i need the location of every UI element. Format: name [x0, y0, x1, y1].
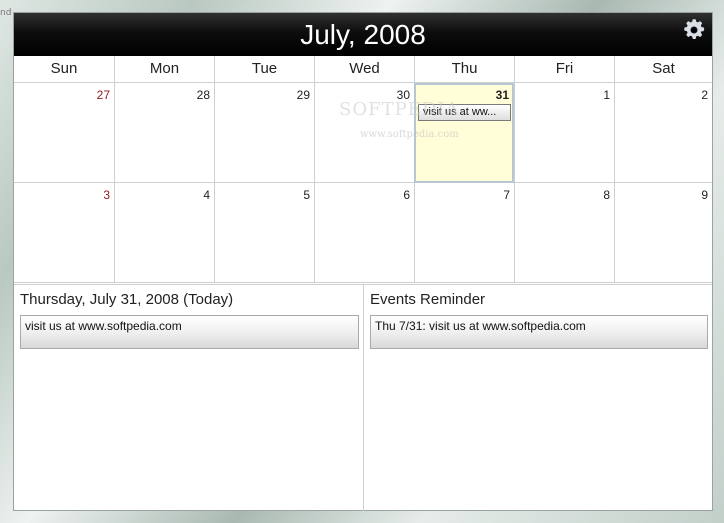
day-events-panel: Thursday, July 31, 2008 (Today) visit us… — [14, 285, 364, 511]
day-event-item[interactable]: visit us at www.softpedia.com — [20, 315, 359, 349]
gear-icon[interactable] — [682, 18, 706, 42]
details-area: Thursday, July 31, 2008 (Today) visit us… — [14, 284, 712, 511]
events-reminder-panel: Events Reminder Thu 7/31: visit us at ww… — [364, 285, 712, 511]
day-cell[interactable]: 27 — [14, 83, 114, 183]
day-number: 29 — [296, 88, 310, 102]
day-number: 5 — [303, 188, 310, 202]
day-number: 6 — [403, 188, 410, 202]
weekday-tue: Tue — [214, 56, 314, 83]
day-number: 28 — [196, 88, 210, 102]
reminder-event-item[interactable]: Thu 7/31: visit us at www.softpedia.com — [370, 315, 708, 349]
weekday-sat: Sat — [614, 56, 712, 83]
day-cell[interactable]: 4 — [114, 183, 214, 283]
day-number: 3 — [103, 188, 110, 202]
day-number: 7 — [503, 188, 510, 202]
day-number: 4 — [203, 188, 210, 202]
day-cell[interactable]: 29 — [214, 83, 314, 183]
day-cell[interactable]: 9 — [614, 183, 712, 283]
event-chip[interactable]: visit us at ww... — [418, 104, 511, 121]
weekday-sun: Sun — [14, 56, 114, 83]
day-panel-title: Thursday, July 31, 2008 (Today) — [20, 291, 234, 308]
day-cell-today[interactable]: 31 visit us at ww... — [414, 83, 514, 183]
day-cell[interactable]: 7 — [414, 183, 514, 283]
reminder-panel-title: Events Reminder — [370, 291, 486, 308]
weekday-thu: Thu — [414, 56, 514, 83]
day-cell[interactable]: 30 — [314, 83, 414, 183]
day-cell[interactable]: 8 — [514, 183, 614, 283]
calendar-window: July, 2008 Sun Mon Tue Wed Thu Fri Sat 2… — [13, 12, 713, 511]
day-number: 31 — [495, 88, 509, 102]
day-cell[interactable]: 1 — [514, 83, 614, 183]
day-number: 9 — [701, 188, 708, 202]
weekday-fri: Fri — [514, 56, 614, 83]
month-header: July, 2008 — [14, 13, 712, 56]
weekday-wed: Wed — [314, 56, 414, 83]
day-cell[interactable]: 3 — [14, 183, 114, 283]
month-title: July, 2008 — [300, 19, 426, 50]
day-cell[interactable]: 28 — [114, 83, 214, 183]
weekday-mon: Mon — [114, 56, 214, 83]
weekday-header: Sun Mon Tue Wed Thu Fri Sat — [14, 56, 712, 83]
day-cell[interactable]: 2 — [614, 83, 712, 183]
calendar-grid: 27 28 29 30 31 visit us at ww... 1 2 3 4… — [14, 83, 712, 283]
day-cell[interactable]: 5 — [214, 183, 314, 283]
day-number: 27 — [96, 88, 110, 102]
day-number: 1 — [603, 88, 610, 102]
day-number: 8 — [603, 188, 610, 202]
day-cell[interactable]: 6 — [314, 183, 414, 283]
background-text: nd — [0, 8, 12, 18]
day-number: 2 — [701, 88, 708, 102]
day-number: 30 — [396, 88, 410, 102]
